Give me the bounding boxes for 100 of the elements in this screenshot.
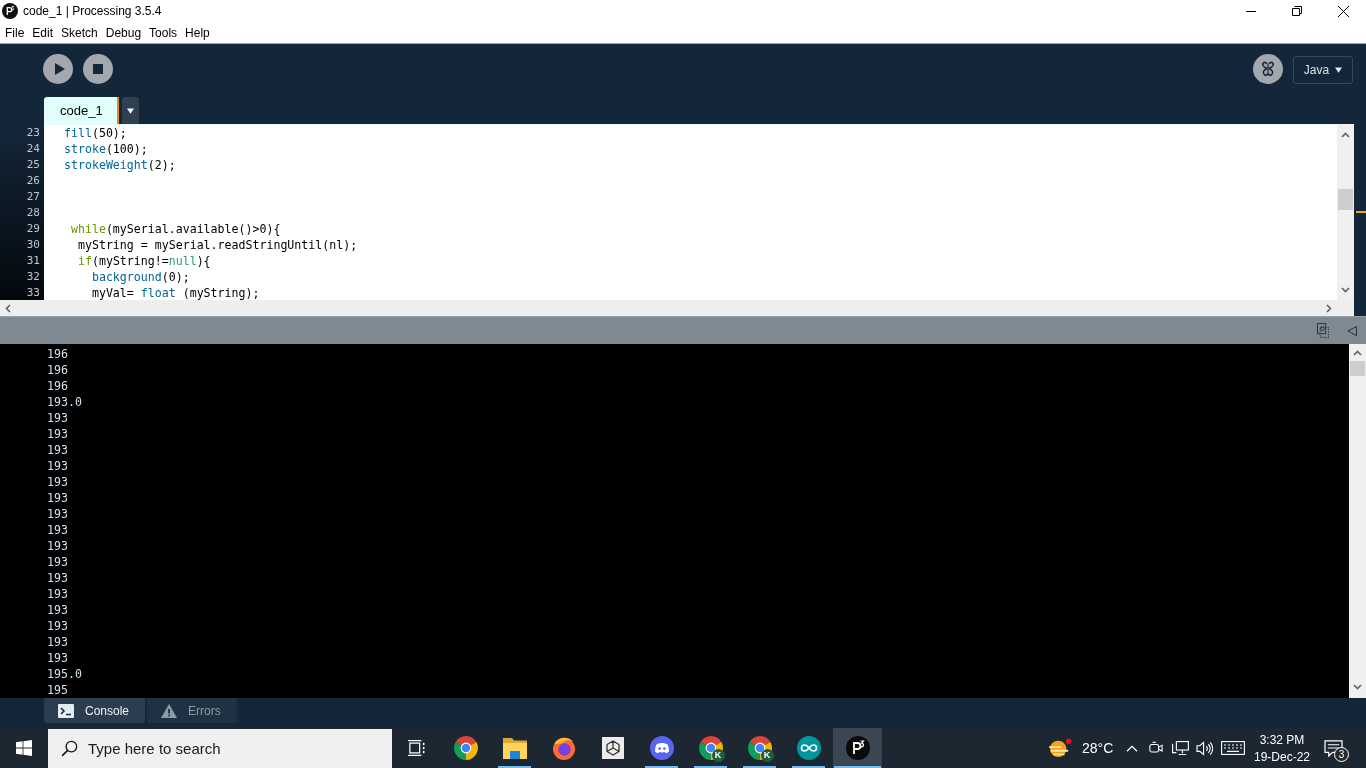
taskbar-app-button[interactable]: K — [686, 728, 735, 768]
line-number: 32 — [26, 270, 40, 283]
console-line: 193 — [47, 459, 68, 473]
processing-icon — [845, 736, 870, 760]
mode-dropdown[interactable]: Java — [1293, 56, 1353, 84]
menu-item[interactable]: Edit — [29, 25, 57, 40]
debug-button[interactable] — [1253, 54, 1283, 84]
code-line: myVal= float (myString); — [91, 285, 260, 300]
menu-item[interactable]: Help — [182, 25, 213, 40]
speaker-icon — [1195, 740, 1213, 756]
chevron-down-icon[interactable] — [1341, 287, 1350, 293]
console-line: 196 — [47, 363, 68, 377]
code-line: strokeWeight(2); — [64, 157, 176, 173]
console-line: 193 — [47, 651, 68, 665]
chrome-icon — [453, 736, 478, 760]
chevron-up-icon[interactable] — [1341, 132, 1350, 138]
task-view-icon — [407, 740, 426, 756]
network-icon — [1171, 740, 1189, 756]
window-title: code_1 | Processing 3.5.4 — [23, 4, 162, 18]
chevron-left-icon[interactable] — [5, 303, 11, 313]
console-line: 193 — [47, 427, 68, 441]
keyboard-icon — [1221, 741, 1245, 755]
close-icon — [1337, 5, 1349, 17]
warning-icon — [161, 703, 178, 718]
line-number: 28 — [26, 206, 40, 219]
caret-down-icon — [1335, 67, 1343, 73]
console-line: 193 — [47, 587, 68, 601]
tab-menu-button[interactable] — [122, 97, 139, 124]
console-line: 195 — [47, 683, 68, 697]
console-tab[interactable]: Console — [44, 698, 146, 723]
console-line: 193 — [47, 635, 68, 649]
code-line: while(mySerial.available()>0){ — [71, 221, 281, 237]
console-line: 193 — [47, 603, 68, 617]
console-line: 193 — [47, 619, 68, 633]
notification-count: 3 — [1334, 747, 1349, 762]
vertical-scrollbar[interactable] — [1337, 124, 1354, 300]
clock-time: 3:32 PM — [1259, 732, 1305, 747]
line-number: 24 — [26, 142, 40, 155]
search-field[interactable]: Type here to search — [48, 729, 392, 768]
vertical-scrollbar[interactable] — [1349, 344, 1366, 698]
notification-icon — [1323, 739, 1343, 757]
stop-button[interactable] — [83, 54, 113, 84]
windows-icon — [16, 740, 32, 756]
menu-item[interactable]: Debug — [102, 25, 145, 40]
line-marker-icon — [1356, 211, 1366, 213]
minimize-icon — [1246, 10, 1256, 12]
menu-item[interactable]: Tools — [146, 25, 181, 40]
search-icon — [61, 740, 78, 757]
chevron-up-icon — [1126, 744, 1138, 752]
document-icon[interactable] — [1317, 323, 1329, 338]
console-line: 193 — [47, 523, 68, 537]
taskbar-app-button[interactable]: K — [735, 728, 784, 768]
code-line: fill(50); — [64, 125, 127, 141]
infinity-icon — [796, 736, 821, 760]
line-number: 25 — [26, 158, 40, 171]
console-line: 193 — [47, 507, 68, 521]
menu-item[interactable]: Sketch — [58, 25, 101, 40]
butterfly-icon — [1261, 61, 1275, 77]
line-number: 29 — [26, 222, 40, 235]
code-line: background(0); — [91, 269, 190, 285]
weather-button[interactable]: 28°C — [1042, 728, 1120, 768]
code-line: if(myString!=null){ — [77, 253, 211, 269]
console-line: 193 — [47, 571, 68, 585]
console-line: 193 — [47, 443, 68, 457]
line-number: 33 — [26, 286, 40, 299]
chevron-up-icon[interactable] — [1353, 350, 1362, 356]
scrollbar-thumb[interactable] — [1350, 361, 1365, 376]
clock-date: 19-Dec-22 — [1254, 749, 1310, 764]
menu-item[interactable]: File — [2, 25, 28, 40]
run-button[interactable] — [43, 54, 73, 84]
firefox-icon — [551, 736, 576, 760]
chevron-right-icon[interactable] — [1326, 303, 1332, 313]
folder-icon — [502, 737, 527, 759]
console-line: 193 — [47, 491, 68, 505]
console-line: 193.0 — [47, 395, 82, 409]
code-line: myString = mySerial.readStringUntil(nl); — [77, 237, 358, 253]
triangle-icon[interactable] — [1347, 324, 1357, 337]
line-number: 23 — [26, 126, 40, 139]
stop-icon — [93, 64, 103, 74]
chevron-down-icon[interactable] — [1353, 684, 1362, 690]
console-line: 196 — [47, 347, 68, 361]
cube-icon — [601, 737, 624, 759]
console-line: 193 — [47, 411, 68, 425]
code-line: stroke(100); — [64, 141, 148, 157]
console-tab[interactable]: Errors — [147, 698, 237, 723]
discord-icon — [649, 736, 674, 760]
notification-button[interactable]: 3 — [1314, 728, 1352, 768]
line-number: 30 — [26, 238, 40, 251]
line-number: 27 — [26, 190, 40, 203]
line-number: 31 — [26, 254, 40, 267]
video-camera-icon — [1149, 741, 1163, 755]
caret-down-icon — [127, 107, 134, 114]
scrollbar-thumb[interactable] — [1338, 189, 1353, 210]
console-line: 193 — [47, 475, 68, 489]
weather-icon — [1048, 738, 1072, 758]
horizontal-scrollbar[interactable] — [0, 300, 1354, 316]
editor-tab[interactable]: code_1 — [44, 97, 119, 124]
taskbar-app-button[interactable] — [833, 728, 882, 768]
play-icon — [54, 63, 65, 75]
console-line: 193 — [47, 539, 68, 553]
